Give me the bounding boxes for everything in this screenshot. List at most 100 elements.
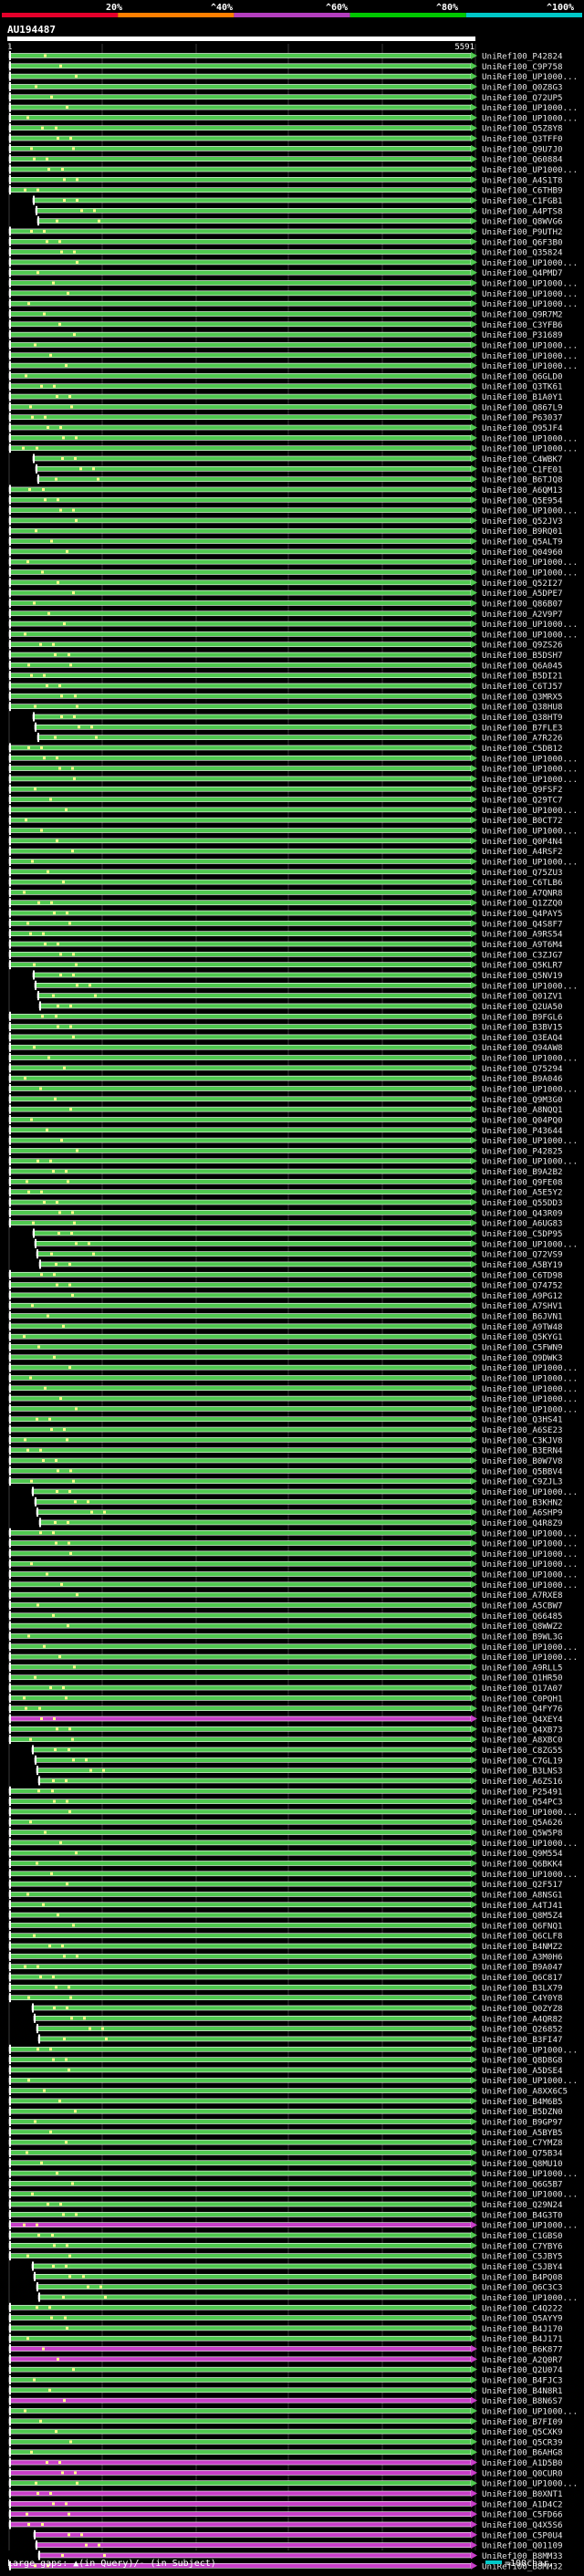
hit-label[interactable]: UniRef100_B5DSH7 [482, 651, 563, 661]
hit-bar[interactable] [8, 1416, 472, 1423]
hit-label[interactable]: UniRef100_A2Q0R7 [482, 2355, 563, 2365]
hit-label[interactable]: UniRef100_C5FD66 [482, 2510, 563, 2520]
hit-bar[interactable] [8, 2511, 472, 2517]
hit-bar[interactable] [34, 1757, 472, 1763]
hit-label[interactable]: UniRef100_Q4X5S6 [482, 2520, 563, 2530]
hit-bar[interactable] [8, 1179, 472, 1184]
hit-label[interactable]: UniRef100_Q66485 [482, 1611, 563, 1622]
hit-label[interactable]: UniRef100_C5DB12 [482, 744, 563, 754]
hit-bar[interactable] [8, 1220, 472, 1225]
hit-label[interactable]: UniRef100_UP1000... [482, 506, 578, 516]
hit-label[interactable]: UniRef100_Q9U7J0 [482, 144, 563, 154]
hit-bar[interactable] [8, 1127, 472, 1133]
hit-label[interactable]: UniRef100_A8NQQ1 [482, 1105, 563, 1115]
hit-bar[interactable] [8, 2408, 472, 2414]
hit-bar[interactable] [8, 393, 472, 400]
hit-bar[interactable] [8, 2325, 472, 2331]
hit-label[interactable]: UniRef100_Q6C817 [482, 1973, 563, 1983]
hit-label[interactable]: UniRef100_Q4S8F7 [482, 919, 563, 929]
hit-label[interactable]: UniRef100_Q9FE08 [482, 1177, 563, 1187]
hit-bar[interactable] [8, 2346, 472, 2352]
hit-label[interactable]: UniRef100_C5JBY5 [482, 2252, 563, 2262]
hit-bar[interactable] [8, 135, 472, 141]
hit-label[interactable]: UniRef100_Q3TFF0 [482, 134, 563, 144]
hit-label[interactable]: UniRef100_B4J171 [482, 2334, 563, 2344]
hit-bar[interactable] [36, 735, 472, 740]
hit-bar[interactable] [8, 900, 472, 906]
hit-label[interactable]: UniRef100_Q75ZU3 [482, 868, 563, 878]
hit-label[interactable]: UniRef100_UP1000... [482, 351, 578, 361]
hit-bar[interactable] [8, 187, 472, 193]
hit-label[interactable]: UniRef100_UP1000... [482, 299, 578, 309]
hit-label[interactable]: UniRef100_A7SHV1 [482, 1301, 563, 1311]
hit-bar[interactable] [37, 2294, 472, 2300]
hit-bar[interactable] [32, 197, 472, 203]
hit-bar[interactable] [8, 1985, 472, 1990]
hit-bar[interactable] [31, 2263, 472, 2269]
hit-bar[interactable] [8, 1881, 472, 1887]
hit-label[interactable]: UniRef100_A9PG12 [482, 1291, 563, 1301]
hit-bar[interactable] [8, 2108, 472, 2114]
hit-bar[interactable] [8, 1395, 472, 1402]
hit-bar[interactable] [34, 724, 472, 730]
hit-label[interactable]: UniRef100_P63037 [482, 413, 563, 423]
hit-bar[interactable] [8, 1137, 472, 1143]
hit-label[interactable]: UniRef100_UP1000... [482, 558, 578, 568]
hit-label[interactable]: UniRef100_A4RSF2 [482, 847, 563, 857]
hit-bar[interactable] [8, 652, 472, 658]
hit-label[interactable]: UniRef100_UP1000... [482, 1643, 578, 1653]
hit-label[interactable]: UniRef100_Q3MRX5 [482, 692, 563, 702]
hit-bar[interactable] [8, 2521, 472, 2528]
hit-bar[interactable] [8, 404, 472, 410]
hit-bar[interactable] [8, 786, 472, 792]
hit-bar[interactable] [8, 1189, 472, 1194]
hit-bar[interactable] [8, 1602, 472, 1608]
hit-bar[interactable] [8, 63, 472, 69]
hit-bar[interactable] [8, 890, 472, 895]
hit-label[interactable]: UniRef100_Q75294 [482, 1064, 563, 1074]
hit-label[interactable]: UniRef100_Q86B07 [482, 599, 563, 609]
hit-label[interactable]: UniRef100_B9A046 [482, 1074, 563, 1084]
hit-bar[interactable] [8, 424, 472, 431]
hit-label[interactable]: UniRef100_UP1000... [482, 1808, 578, 1818]
hit-bar[interactable] [8, 1726, 472, 1732]
hit-label[interactable]: UniRef100_B3ERN4 [482, 1446, 563, 1456]
hit-bar[interactable] [8, 2057, 472, 2062]
hit-label[interactable]: UniRef100_UP1000... [482, 754, 578, 764]
hit-bar[interactable] [8, 1437, 472, 1443]
hit-bar[interactable] [32, 972, 472, 978]
hit-label[interactable]: UniRef100_B0W7V8 [482, 1456, 563, 1466]
hit-bar[interactable] [8, 1529, 472, 1536]
hit-bar[interactable] [8, 1457, 472, 1464]
hit-label[interactable]: UniRef100_Q9M554 [482, 1849, 563, 1859]
hit-label[interactable]: UniRef100_Q0CUR0 [482, 2468, 563, 2478]
hit-label[interactable]: UniRef100_B6K877 [482, 2345, 563, 2355]
hit-label[interactable]: UniRef100_B9FGL6 [482, 1012, 563, 1022]
hit-label[interactable]: UniRef100_UP1000... [482, 630, 578, 640]
hit-label[interactable]: UniRef100_Q5KYG1 [482, 1332, 563, 1342]
hit-bar[interactable] [8, 249, 472, 255]
hit-label[interactable]: UniRef100_Q75B34 [482, 2148, 563, 2158]
hit-bar[interactable] [8, 2139, 472, 2145]
hit-bar[interactable] [38, 1519, 472, 1526]
hit-label[interactable]: UniRef100_Q5Z8Y8 [482, 124, 563, 134]
hit-bar[interactable] [8, 362, 472, 369]
hit-bar[interactable] [8, 2397, 472, 2404]
hit-bar[interactable] [38, 1261, 472, 1267]
hit-label[interactable]: UniRef100_C7YBY6 [482, 2241, 563, 2251]
hit-label[interactable]: UniRef100_C5JBY4 [482, 2262, 563, 2272]
hit-bar[interactable] [8, 1375, 472, 1381]
hit-label[interactable]: UniRef100_B6JVN1 [482, 1312, 563, 1322]
hit-label[interactable]: UniRef100_UP1000... [482, 1539, 578, 1549]
hit-bar[interactable] [8, 848, 472, 854]
hit-label[interactable]: UniRef100_UP1000... [482, 1549, 578, 1559]
hit-bar[interactable] [8, 2253, 472, 2258]
hit-label[interactable]: UniRef100_C6TJ57 [482, 682, 563, 692]
hit-bar[interactable] [8, 2222, 472, 2227]
hit-bar[interactable] [8, 931, 472, 937]
hit-bar[interactable] [8, 2098, 472, 2104]
hit-label[interactable]: UniRef100_B4NMZ2 [482, 1942, 563, 1952]
hit-label[interactable]: UniRef100_Q95JF4 [482, 423, 563, 433]
hit-bar[interactable] [34, 1241, 472, 1246]
hit-bar[interactable] [36, 1509, 472, 1515]
